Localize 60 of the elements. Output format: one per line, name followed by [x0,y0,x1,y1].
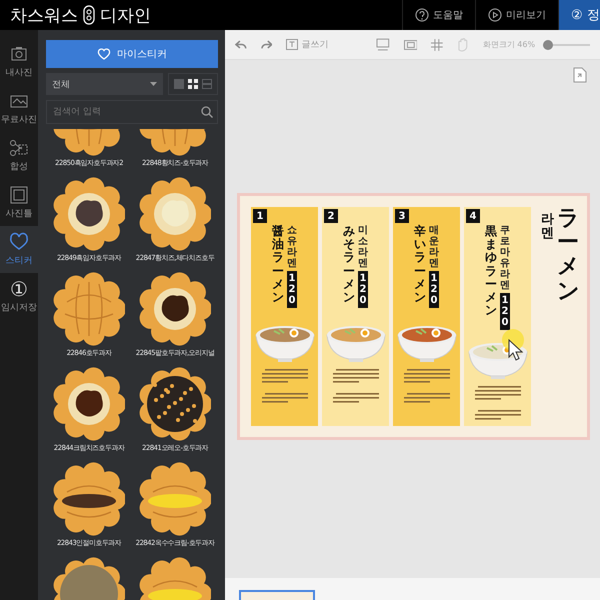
redo-icon[interactable] [260,40,272,50]
menu-name-korean: 매운라멘 [429,225,439,269]
nav-item[interactable]: 합성 [0,132,38,179]
number-badge: 4 [466,209,480,223]
menu-name-korean: 미소라멘 [358,225,368,269]
heart-icon [97,48,111,60]
search-input[interactable]: 검색어 입력 [53,103,201,121]
menu-name-japanese: 辛いラーメン [414,225,426,306]
page-thumbnail[interactable] [239,590,315,600]
text-lines-drawing [332,369,378,403]
nav-item[interactable]: 무료사진 [0,85,38,132]
poster-title-japanese: ラーメン [557,207,579,304]
nav-item[interactable]: 내사진 [0,38,38,85]
category-dropdown[interactable]: 전체 [46,73,163,95]
logo-icon [83,5,95,25]
menu-name-korean: 쿠로마유라멘 [500,225,510,291]
text-lines-drawing [404,369,450,403]
nav-item[interactable]: ① 임시저장 [0,273,38,320]
number-badge: 1 [253,209,267,223]
heart-icon [9,232,29,252]
nav-item[interactable]: 사진틀 [0,179,38,226]
menu-name-japanese: 黒まゆラーメン [485,225,497,320]
document-icon [573,66,587,82]
menu-name-japanese: みそラーメン [343,225,355,306]
zoom-label: 화면크기 46% [482,39,536,50]
logo-text: 차스워스 [10,4,78,26]
text-lines-drawing [262,369,308,403]
step-button[interactable]: ② 정 [558,0,600,30]
nav-item[interactable]: 스티커 [0,226,38,273]
number-icon: ① [10,279,28,299]
rows-view-icon[interactable] [202,79,212,89]
price-tag: 120 [429,271,439,308]
price-tag: 120 [287,271,297,308]
cursor-icon [508,339,524,361]
monitor-icon[interactable] [376,38,390,52]
frame-icon [9,185,29,205]
logo-text: 디자인 [100,4,151,26]
help-icon [415,8,429,22]
grid-view-icon[interactable] [188,79,198,89]
image-frame-icon[interactable] [404,38,418,50]
grid-icon[interactable] [431,38,444,50]
nav-label: 임시저장 [1,302,37,314]
search-field[interactable]: 검색어 입력 [46,100,218,124]
slider-thumb[interactable] [542,40,553,50]
number-badge: 3 [395,209,409,223]
my-sticker-button[interactable]: 마이스티커 [46,40,218,68]
text-box-icon [286,39,298,50]
menu-name-japanese: 醤油ラーメン [272,225,284,306]
caret-icon [150,82,157,86]
menu-name-korean: 쇼유라멘 [287,225,297,269]
price-tag: 120 [358,271,368,308]
dropdown-value: 전체 [52,78,70,90]
scissors-icon [9,138,29,158]
number-badge: 2 [324,209,338,223]
text-lines-drawing [474,386,520,420]
undo-icon[interactable] [235,40,247,50]
poster-title-korean: 라멘 [541,213,554,242]
search-icon [201,106,213,118]
price-tag: 120 [500,293,510,330]
play-icon [488,8,502,22]
